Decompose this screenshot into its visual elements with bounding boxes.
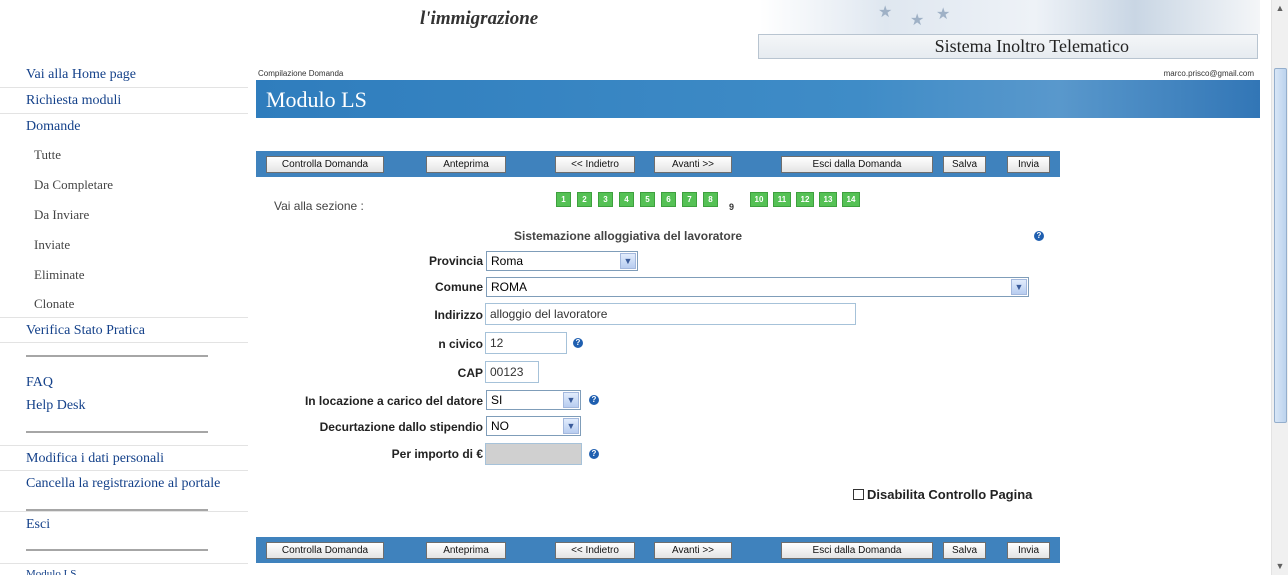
user-email: marco.prisco@gmail.com [1163, 69, 1254, 78]
indirizzo-input[interactable]: alloggio del lavoratore [485, 303, 856, 325]
form-section-title: Sistemazione alloggiativa del lavoratore [514, 229, 743, 243]
cap-input[interactable]: 00123 [485, 361, 539, 383]
sidebar-item-cancella-registrazione[interactable]: Cancella la registrazione al portale [0, 471, 248, 497]
arrow-down-icon[interactable]: ▼ [1272, 558, 1288, 575]
anteprima-button[interactable]: Anteprima [426, 542, 506, 559]
section-button-3[interactable]: 3 [598, 192, 613, 207]
invia-button[interactable]: Invia [1007, 156, 1050, 173]
chevron-down-icon[interactable]: ▼ [563, 392, 579, 408]
page: l'immigrazione ★ ★ ★ Sistema Inoltro Tel… [0, 0, 1288, 575]
salva-button[interactable]: Salva [943, 542, 986, 559]
avanti-button[interactable]: Avanti >> [654, 542, 732, 559]
sidebar-sub-tutte[interactable]: Tutte [0, 140, 250, 170]
sidebar-sub-clonate[interactable]: Clonate [0, 290, 250, 317]
sidebar-sub-inviate[interactable]: Inviate [0, 230, 250, 260]
disable-check-wrapper[interactable]: Disabilita Controllo Pagina [853, 487, 1032, 502]
comune-label: Comune [435, 280, 483, 294]
provincia-value: Roma [491, 254, 524, 268]
locazione-value: SI [491, 393, 503, 407]
controlla-domanda-button[interactable]: Controlla Domanda [266, 542, 384, 559]
decurtazione-label: Decurtazione dallo stipendio [319, 420, 483, 434]
locazione-select[interactable]: SI ▼ [486, 390, 581, 410]
section-button-9[interactable]: 9 [724, 201, 739, 216]
vertical-scrollbar[interactable]: ▲ ▼ [1271, 0, 1288, 575]
importo-label: Per importo di € [391, 447, 483, 461]
sidebar-item-domande[interactable]: Domande [0, 114, 248, 140]
provincia-select[interactable]: Roma ▼ [486, 251, 638, 271]
indietro-button[interactable]: << Indietro [555, 542, 635, 559]
section-button-12[interactable]: 12 [796, 192, 814, 207]
sidebar-item-help-desk[interactable]: Help Desk [0, 393, 248, 419]
salva-button[interactable]: Salva [943, 156, 986, 173]
star-icon: ★ [936, 6, 951, 23]
scrollbar-thumb[interactable] [1274, 68, 1287, 423]
section-nav-label: Vai alla sezione : [274, 199, 364, 213]
star-icon: ★ [878, 4, 893, 21]
sidebar-sub-eliminate[interactable]: Eliminate [0, 260, 250, 290]
section-button-10[interactable]: 10 [750, 192, 768, 207]
section-button-13[interactable]: 13 [819, 192, 837, 207]
arrow-up-icon[interactable]: ▲ [1272, 0, 1288, 17]
sidebar-item-modulo-ls[interactable]: Modulo LS [0, 563, 248, 575]
section-button-2[interactable]: 2 [577, 192, 592, 207]
page-title-bar: Modulo LS [256, 80, 1260, 118]
chevron-down-icon[interactable]: ▼ [563, 418, 579, 434]
sidebar-divider [0, 343, 250, 369]
section-button-4[interactable]: 4 [619, 192, 634, 207]
toolbar-top: Controlla Domanda Anteprima << Indietro … [256, 151, 1060, 177]
anteprima-button[interactable]: Anteprima [426, 156, 506, 173]
help-icon[interactable]: ? [589, 395, 599, 405]
sidebar-item-faq[interactable]: FAQ [0, 369, 248, 393]
sidebar-sub-da-inviare[interactable]: Da Inviare [0, 200, 250, 230]
section-button-11[interactable]: 11 [773, 192, 791, 207]
section-button-1[interactable]: 1 [556, 192, 571, 207]
importo-input[interactable] [485, 443, 582, 465]
chevron-down-icon[interactable]: ▼ [620, 253, 636, 269]
controlla-domanda-button[interactable]: Controlla Domanda [266, 156, 384, 173]
page-title: Modulo LS [266, 87, 367, 112]
system-title: Sistema Inoltro Telematico [758, 34, 1258, 59]
sidebar-sub-da-completare[interactable]: Da Completare [0, 170, 250, 200]
indirizzo-label: Indirizzo [434, 308, 483, 322]
cap-label: CAP [457, 366, 483, 380]
indietro-button[interactable]: << Indietro [555, 156, 635, 173]
sidebar-divider [0, 419, 250, 445]
sidebar-item-richiesta-moduli[interactable]: Richiesta moduli [0, 88, 248, 114]
disable-check-label: Disabilita Controllo Pagina [867, 487, 1033, 502]
sidebar-item-modifica-dati[interactable]: Modifica i dati personali [0, 445, 248, 471]
sidebar-item-home[interactable]: Vai alla Home page [0, 62, 248, 88]
header-decoration: ★ ★ ★ [760, 0, 1260, 34]
sidebar-divider [0, 497, 250, 511]
breadcrumb: Compilazione Domanda [258, 69, 344, 78]
section-button-5[interactable]: 5 [640, 192, 655, 207]
avanti-button[interactable]: Avanti >> [654, 156, 732, 173]
civico-input[interactable]: 12 [485, 332, 567, 354]
section-button-7[interactable]: 7 [682, 192, 697, 207]
toolbar-bottom: Controlla Domanda Anteprima << Indietro … [256, 537, 1060, 563]
chevron-down-icon[interactable]: ▼ [1011, 279, 1027, 295]
star-icon: ★ [910, 12, 925, 29]
decurtazione-value: NO [491, 419, 509, 433]
help-icon[interactable]: ? [573, 338, 583, 348]
help-icon[interactable]: ? [1034, 231, 1044, 241]
provincia-label: Provincia [428, 254, 483, 268]
section-button-6[interactable]: 6 [661, 192, 676, 207]
section-button-14[interactable]: 14 [842, 192, 860, 207]
sidebar-item-esci[interactable]: Esci [0, 511, 248, 537]
sidebar-item-verifica-stato[interactable]: Verifica Stato Pratica [0, 317, 248, 343]
decurtazione-select[interactable]: NO ▼ [486, 416, 581, 436]
header-brand-text: l'immigrazione [420, 8, 539, 29]
invia-button[interactable]: Invia [1007, 542, 1050, 559]
esci-domanda-button[interactable]: Esci dalla Domanda [781, 542, 933, 559]
sidebar-divider [0, 537, 250, 563]
civico-label: n civico [438, 337, 483, 351]
help-icon[interactable]: ? [589, 449, 599, 459]
locazione-label: In locazione a carico del datore [304, 394, 483, 408]
disable-check-checkbox[interactable] [853, 489, 864, 500]
esci-domanda-button[interactable]: Esci dalla Domanda [781, 156, 933, 173]
section-button-8[interactable]: 8 [703, 192, 718, 207]
sidebar: Vai alla Home page Richiesta moduli Doma… [0, 62, 250, 575]
comune-value: ROMA [491, 280, 527, 294]
comune-select[interactable]: ROMA ▼ [486, 277, 1029, 297]
